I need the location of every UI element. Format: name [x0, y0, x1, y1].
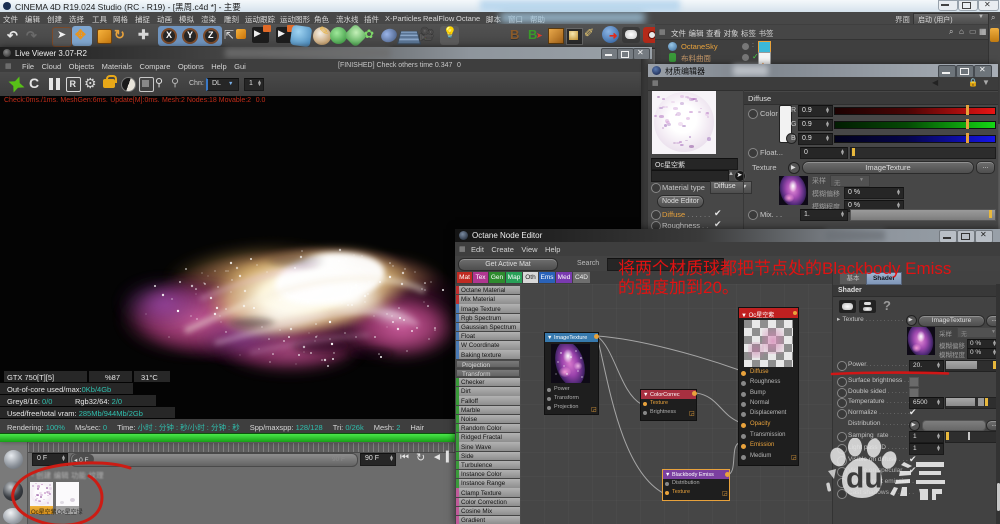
svg-text:du: du: [846, 463, 883, 494]
